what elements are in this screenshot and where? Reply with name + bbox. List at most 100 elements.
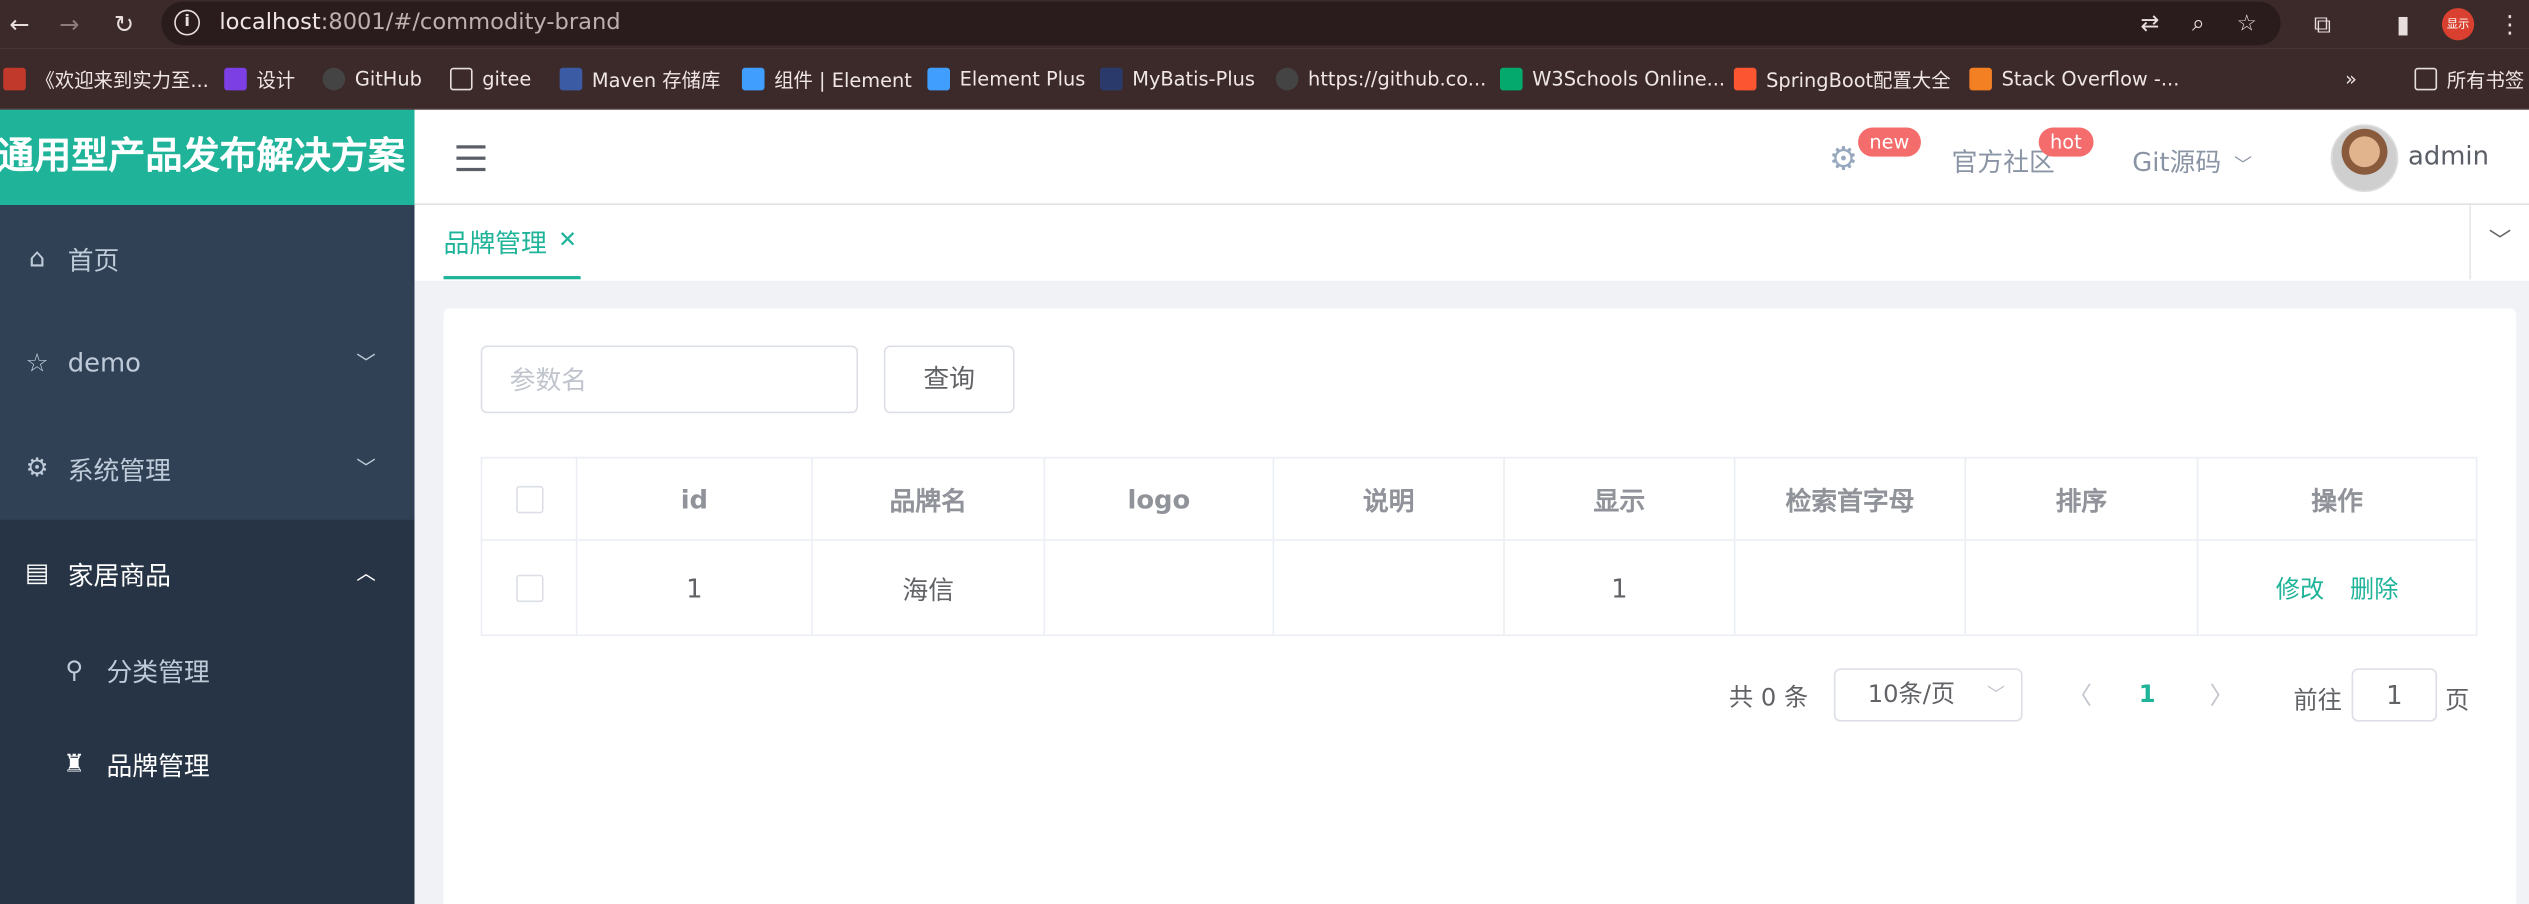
tab-label: 品牌管理 (443, 227, 547, 259)
bookmark-item[interactable]: 组件 | Element (741, 65, 912, 94)
w3schools-favicon-icon (1499, 67, 1523, 91)
chevron-down-icon: ﹀ (356, 456, 376, 480)
profile-avatar[interactable]: 显示 (2441, 8, 2475, 41)
all-bookmarks-button[interactable]: 所有书签 (2414, 65, 2524, 94)
settings-gear-icon[interactable]: ⚙ (1829, 142, 1861, 174)
sidebar-item-brand[interactable]: ♜ 品牌管理 (0, 717, 415, 811)
bookmark-item[interactable]: GitHub (322, 65, 422, 94)
submenu: ⚲ 分类管理 ♜ 品牌管理 (0, 623, 415, 904)
column-header: 操作 (2311, 485, 2363, 517)
column-header: 排序 (1966, 458, 2199, 540)
cell-show: 1 (1505, 540, 1736, 635)
bookmark-item[interactable]: 设计 (224, 65, 295, 94)
translate-icon[interactable]: ⇄ (2135, 10, 2164, 39)
page-size-value: 10条/页 (1867, 679, 1956, 709)
page-size-select[interactable]: 10条/页 ﹀ (1833, 668, 2023, 722)
side-panel-icon[interactable]: ▮ (2387, 8, 2419, 40)
star-bookmark-icon[interactable]: ☆ (2232, 10, 2261, 39)
sidebar-item-label: demo (67, 347, 141, 378)
github-icon (1275, 67, 1299, 91)
username[interactable]: admin (2408, 140, 2489, 171)
sidebar-item-demo[interactable]: ☆ demo ﹀ (0, 310, 415, 415)
cell-actions: 修改 删除 (2198, 541, 2475, 635)
header-select-all (482, 458, 578, 540)
git-source-dropdown[interactable]: Git源码 ﹀ (2132, 140, 2252, 179)
github-icon (322, 67, 346, 91)
menu-kebab-icon[interactable]: ⋮ (2494, 8, 2526, 40)
bookmark-item[interactable]: W3Schools Online... (1499, 65, 1725, 94)
row-select-cell (482, 540, 578, 635)
goto-label: 前往 (2293, 686, 2342, 716)
cell-sort (1966, 540, 2199, 635)
forward-icon[interactable]: → (53, 8, 85, 40)
element-plus-favicon-icon (927, 67, 950, 91)
brand-table: id 品牌名 logo 说明 显示 检索首字母 排序 操作 1 海信 1 修改 … (480, 456, 2478, 637)
more-bookmarks-button[interactable]: » (2345, 65, 2357, 94)
url-text[interactable]: localhost:8001/#/commodity-brand (219, 10, 620, 36)
sidebar-item-home-goods[interactable]: ▤ 家居商品 ︿ (0, 519, 415, 625)
tags-more-chevron-icon[interactable]: ﹀ (2469, 205, 2529, 280)
bookmark-item[interactable]: 《欢迎来到实力至... (3, 65, 209, 94)
column-header: 说明 (1274, 458, 1505, 540)
sidebar: 通用型产品发布解决方案 ⌂ 首页 ☆ demo ﹀ ⚙ 系统管理 ﹀ ▤ 家居商… (0, 109, 415, 904)
mybatis-favicon-icon (1099, 67, 1123, 91)
chevron-up-icon: ︿ (356, 561, 376, 585)
bookmark-item[interactable]: Stack Overflow -... (1969, 65, 2179, 94)
bookmark-item[interactable]: https://github.co... (1275, 65, 1486, 94)
column-header: id (577, 458, 813, 540)
sidebar-item-category[interactable]: ⚲ 分类管理 (0, 623, 415, 717)
close-icon[interactable]: ✕ (558, 228, 577, 254)
cell-logo (1045, 540, 1275, 635)
app-logo-title[interactable]: 通用型产品发布解决方案 (0, 109, 415, 206)
folder-icon (449, 67, 473, 91)
avatar[interactable] (2330, 124, 2399, 193)
bookmark-item[interactable]: gitee (449, 65, 531, 94)
stackoverflow-favicon-icon (1969, 67, 1992, 91)
cell-name: 海信 (813, 540, 1046, 635)
document-icon: ▤ (24, 556, 50, 587)
category-icon: ⚲ (65, 655, 84, 685)
select-all-checkbox[interactable] (515, 485, 543, 513)
goto-suffix: 页 (2445, 686, 2470, 716)
table-row: 1 海信 1 修改 删除 (482, 540, 2476, 635)
cell-first-letter (1735, 540, 1967, 635)
row-checkbox[interactable] (515, 573, 543, 602)
chevron-down-icon: ﹀ (356, 351, 376, 375)
bookmark-item[interactable]: MyBatis-Plus (1099, 65, 1255, 94)
delete-link[interactable]: 删除 (2350, 571, 2398, 605)
chevron-down-icon: ﹀ (2234, 154, 2252, 176)
sidebar-item-label: 家居商品 (67, 559, 171, 591)
folder-icon (2414, 67, 2438, 91)
bookmark-item[interactable]: Element Plus (927, 65, 1085, 94)
hamburger-icon[interactable] (456, 145, 486, 172)
back-icon[interactable]: ← (3, 8, 35, 40)
new-badge: new (1858, 127, 1921, 157)
goto-page-input[interactable]: 1 (2351, 668, 2438, 722)
bookmark-item[interactable]: Maven 存储库 (559, 65, 720, 94)
sidebar-item-home[interactable]: ⌂ 首页 (0, 205, 415, 310)
search-input[interactable] (480, 345, 859, 414)
zoom-icon[interactable]: ⌕ (2184, 10, 2213, 39)
bookmark-item[interactable]: SpringBoot配置大全 (1733, 65, 1951, 94)
tab-brand-management[interactable]: 品牌管理 ✕ (443, 205, 581, 280)
extensions-icon[interactable]: ⧉ (2306, 8, 2338, 40)
sidebar-item-label: 系统管理 (67, 454, 171, 486)
bookmark-favicon-icon (3, 67, 26, 91)
column-header: 显示 (1505, 458, 1736, 540)
tags-view: 品牌管理 ✕ ﹀ (414, 205, 2529, 281)
edit-link[interactable]: 修改 (2276, 571, 2324, 605)
column-header: logo (1045, 458, 1275, 540)
sidebar-item-label: 分类管理 (106, 657, 210, 688)
prev-page-icon[interactable]: 〈 (2068, 678, 2092, 712)
hot-badge: hot (2038, 127, 2093, 157)
query-button[interactable]: 查询 (883, 345, 1015, 414)
pagination-total: 共 0 条 (1729, 682, 1809, 712)
sidebar-item-system[interactable]: ⚙ 系统管理 ﹀ (0, 415, 415, 520)
page-number-current[interactable]: 1 (2139, 680, 2156, 709)
table-header-row: id 品牌名 logo 说明 显示 检索首字母 排序 操作 (482, 458, 2476, 541)
site-info-icon[interactable]: i (174, 9, 200, 36)
top-navbar: ⚙ new 官方社区 hot Git源码 ﹀ admin (414, 109, 2529, 206)
reload-icon[interactable]: ↻ (108, 8, 140, 40)
address-bar[interactable]: i localhost:8001/#/commodity-brand ⇄ ⌕ ☆ (161, 1, 2281, 46)
next-page-icon[interactable]: 〉 (2210, 678, 2234, 712)
